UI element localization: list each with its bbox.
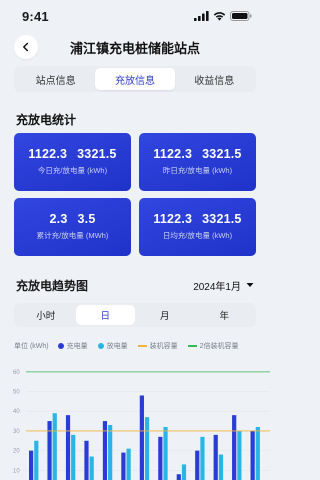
charge-bar (139, 395, 144, 480)
discharge-bar (71, 434, 76, 480)
stat-charge-value: 1122.3 (153, 212, 193, 226)
stat-card-yesterday[interactable]: 1122.3 3321.5 昨日充/放电量 (kWh) (139, 133, 256, 191)
charge-bar (29, 450, 34, 480)
period-tabs: 小时 日 月 年 (14, 303, 256, 327)
trend-title: 充放电趋势图 (16, 278, 89, 293)
period-tab-hour[interactable]: 小时 (16, 305, 76, 325)
legend-line (137, 345, 147, 347)
legend-dot (57, 343, 64, 349)
discharge-bar (34, 440, 39, 480)
tab-charge-info[interactable]: 充放信息 (95, 68, 175, 90)
legend-label: 充电量 (66, 343, 88, 350)
stat-label: 今日充/放电量 (kWh) (37, 166, 108, 175)
charge-bar (195, 450, 200, 480)
legend-item-charge[interactable]: 充电量 (57, 341, 88, 351)
month-picker[interactable]: 2024年1月 (193, 278, 254, 293)
page-title: 浦江镇充电桩储能站点 (69, 40, 200, 56)
legend-item-discharge[interactable]: 放电量 (97, 341, 128, 351)
charge-bar (84, 440, 89, 480)
stat-card-daily-average[interactable]: 1122.3 3321.5 日均充/放电量 (kWh) (139, 198, 256, 256)
stat-discharge-value: 3321.5 (202, 212, 242, 226)
wifi-icon (213, 12, 226, 21)
chart-legend: 单位 (kWh) 充电量 放电量 装机容量 2倍装机容量 (14, 340, 266, 352)
trend-header: 充放电趋势图 2024年1月 (16, 276, 254, 294)
stat-discharge-value: 3321.5 (77, 147, 117, 161)
stat-label: 累计充/放电量 (MWh) (36, 231, 109, 240)
legend-dot (97, 343, 104, 349)
discharge-bar (218, 454, 224, 480)
stat-label: 昨日充/放电量 (kWh) (162, 166, 233, 175)
y-tick-label: 40 (13, 409, 20, 415)
legend-label: 2倍装机容量 (199, 343, 239, 350)
y-tick-label: 30 (13, 429, 20, 435)
legend-label: 装机容量 (149, 343, 178, 350)
status-icons (194, 11, 252, 21)
stat-label: 日均充/放电量 (kWh) (162, 231, 233, 240)
info-tabs: 站点信息 充放信息 收益信息 (0, 66, 270, 96)
stat-card-total[interactable]: 2.3 3.5 累计充/放电量 (MWh) (14, 198, 131, 256)
period-tab-month[interactable]: 月 (135, 305, 195, 325)
battery-icon (230, 11, 252, 21)
discharge-bar (200, 436, 205, 480)
legend-label: 放电量 (106, 343, 128, 350)
charge-bar (121, 452, 126, 480)
period-tab-year[interactable]: 年 (195, 305, 255, 325)
y-tick-label: 60 (13, 370, 20, 376)
discharge-bar (52, 413, 57, 480)
trend-bar-chart: 60 50 40 30 20 10 (13, 370, 270, 480)
y-tick-label: 10 (13, 468, 20, 474)
legend-item-double-capacity[interactable]: 2倍装机容量 (187, 341, 239, 351)
charge-bar (65, 415, 71, 480)
back-button[interactable] (14, 35, 38, 59)
charge-bar (250, 430, 255, 480)
stats-grid: 1122.3 3321.5 今日充/放电量 (kWh) 1122.3 3321.5 … (14, 133, 256, 257)
charge-bar (158, 436, 163, 480)
stat-card-today[interactable]: 1122.3 3321.5 今日充/放电量 (kWh) (14, 133, 131, 191)
stats-title: 充放电统计 (16, 113, 77, 127)
charge-bar (176, 474, 181, 480)
legend-line (187, 345, 197, 347)
discharge-bar (126, 448, 131, 480)
month-value: 2024年1月 (193, 281, 241, 293)
stat-charge-value: 1122.3 (153, 147, 193, 161)
discharge-bar (108, 425, 113, 480)
charge-bar (102, 421, 108, 480)
caret-down-icon (246, 283, 254, 287)
discharge-bar (255, 426, 260, 480)
tab-site-info[interactable]: 站点信息 (16, 68, 95, 90)
status-bar: 9:41 (0, 0, 270, 32)
legend-unit: 单位 (kWh) (14, 343, 49, 350)
status-time: 9:41 (22, 8, 49, 24)
signal-icon (194, 11, 209, 21)
charge-bar (213, 434, 218, 480)
discharge-bar (181, 464, 187, 480)
charge-bar (47, 421, 52, 480)
discharge-bar (89, 456, 94, 480)
y-tick-label: 50 (13, 390, 20, 396)
stat-discharge-value: 3321.5 (202, 147, 242, 161)
discharge-bar (237, 430, 242, 480)
period-tab-day[interactable]: 日 (75, 305, 135, 325)
discharge-bar (144, 417, 150, 480)
chevron-left-icon (23, 42, 29, 52)
charge-bar (232, 415, 237, 480)
stat-charge-value: 2.3 (49, 212, 68, 226)
stat-charge-value: 1122.3 (28, 147, 68, 161)
legend-item-capacity[interactable]: 装机容量 (137, 341, 178, 351)
tab-revenue-info[interactable]: 收益信息 (175, 68, 254, 90)
stat-discharge-value: 3.5 (77, 212, 96, 226)
y-tick-label: 20 (13, 449, 20, 455)
discharge-bar (163, 426, 168, 480)
nav-header: 浦江镇充电桩储能站点 (0, 34, 270, 60)
